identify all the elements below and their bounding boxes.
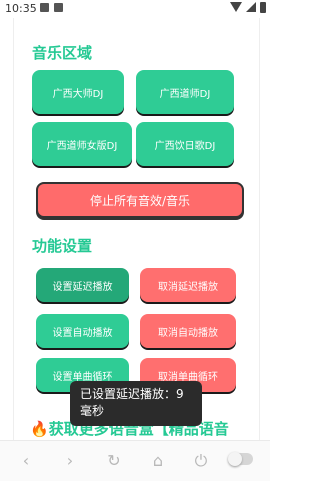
toggle-switch[interactable] <box>228 452 253 466</box>
music-button-4[interactable]: 广西饮日歌DJ <box>136 122 234 166</box>
set-auto-button[interactable]: 设置自动播放 <box>36 314 129 348</box>
signal-icon <box>246 2 256 12</box>
toast-line-1: 已设置延迟播放：9 <box>80 387 184 401</box>
music-button-1[interactable]: 广西大师DJ <box>32 70 124 114</box>
music-section-title: 音乐区域 <box>32 44 93 62</box>
power-icon[interactable]: ⏻ <box>193 453 209 469</box>
notification-icons <box>40 3 63 12</box>
notification-icon <box>40 3 49 12</box>
system-icons <box>230 2 266 13</box>
stop-all-button[interactable]: 停止所有音效/音乐 <box>36 182 244 218</box>
toast-line-2: 毫秒 <box>80 404 105 418</box>
home-icon[interactable]: ⌂ <box>150 453 166 469</box>
set-delay-button[interactable]: 设置延迟播放 <box>36 268 129 302</box>
music-button-3[interactable]: 广西道师女版DJ <box>32 122 132 166</box>
battery-icon <box>260 2 266 13</box>
fire-icon: 🔥 <box>30 420 49 438</box>
music-button-2[interactable]: 广西道师DJ <box>136 70 234 114</box>
content-panel: 音乐区域 广西大师DJ 广西道师DJ 广西道师女版DJ 广西饮日歌DJ 停止所有… <box>13 18 260 440</box>
forward-icon[interactable]: › <box>62 453 78 469</box>
wifi-icon <box>230 2 242 12</box>
status-bar: 10:35 <box>0 0 270 18</box>
cancel-delay-button[interactable]: 取消延迟播放 <box>140 268 236 302</box>
toggle-knob <box>228 452 242 466</box>
image-notification-icon <box>54 3 63 12</box>
toast-message: 已设置延迟播放：9 毫秒 <box>70 381 202 426</box>
refresh-icon[interactable]: ↻ <box>106 453 122 469</box>
status-time: 10:35 <box>5 2 37 15</box>
cancel-auto-button[interactable]: 取消自动播放 <box>140 314 236 348</box>
back-icon[interactable]: ‹ <box>18 453 34 469</box>
settings-section-title: 功能设置 <box>32 237 93 255</box>
